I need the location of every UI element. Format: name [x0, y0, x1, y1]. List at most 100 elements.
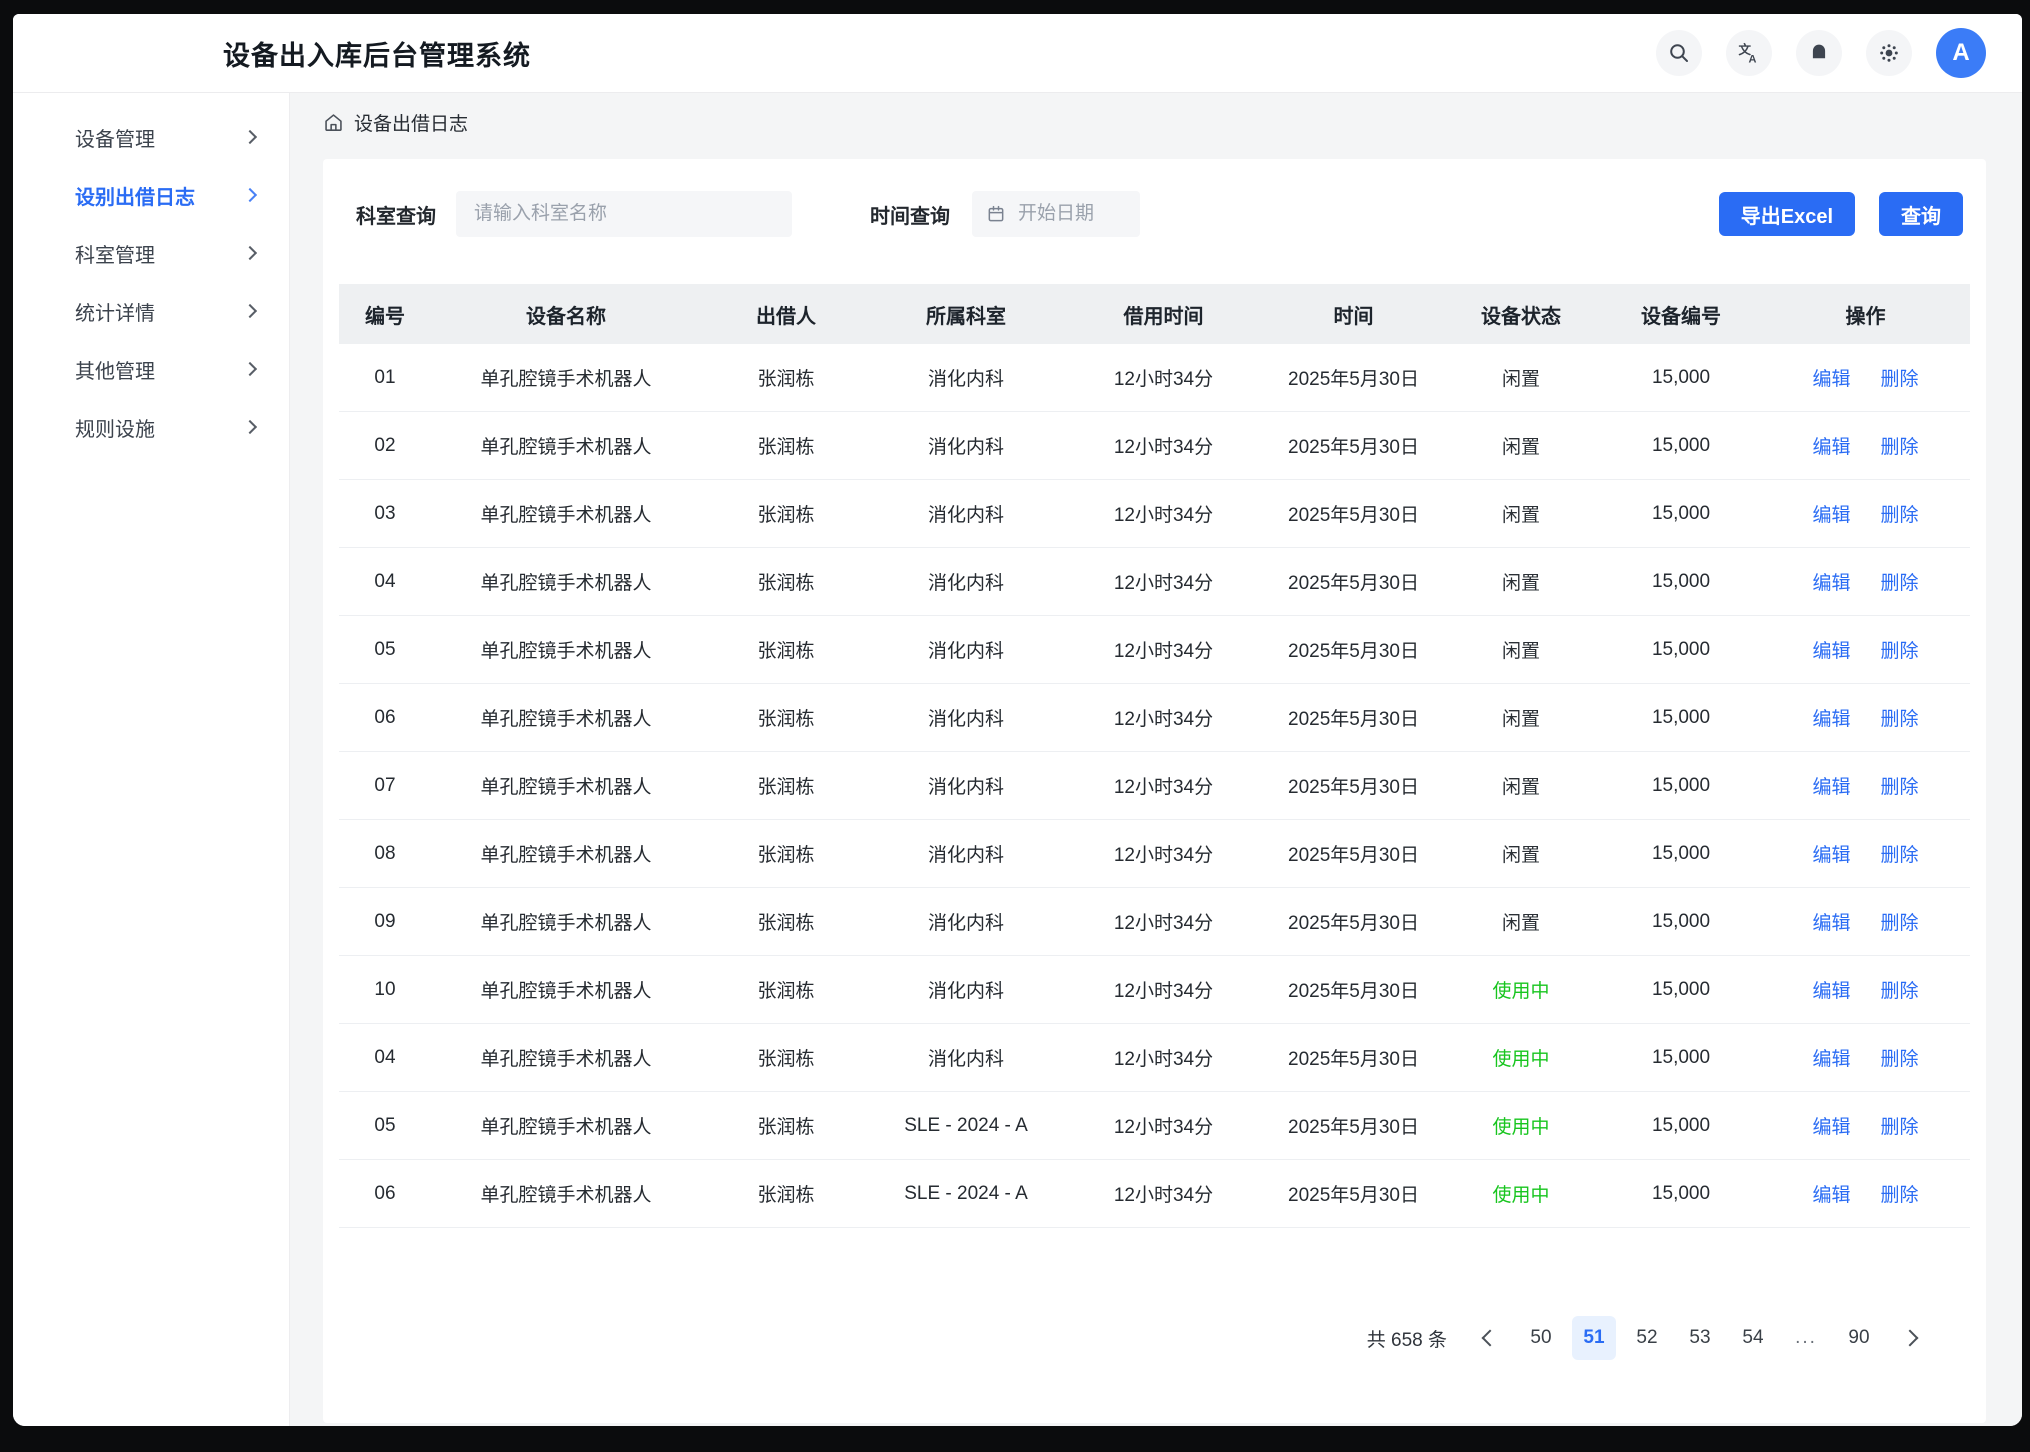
row-actions: 编辑 删除	[1761, 480, 1970, 548]
delete-link[interactable]: 删除	[1881, 913, 1919, 934]
edit-link[interactable]: 编辑	[1812, 641, 1850, 662]
app-body: 设备管理设别出借日志科室管理统计详情其他管理规则设施 设备出借日志 科室查询 时…	[13, 93, 2022, 1426]
row-no: 03	[339, 480, 431, 548]
pagination-page-51[interactable]: 51	[1572, 1316, 1616, 1360]
delete-link[interactable]: 删除	[1881, 437, 1919, 458]
delete-link[interactable]: 删除	[1881, 709, 1919, 730]
edit-link[interactable]: 编辑	[1812, 981, 1850, 1002]
borrow-duration: 12小时34分	[1061, 480, 1266, 548]
device-status: 闲置	[1441, 344, 1601, 412]
app-header: 设备出入库后台管理系统 文 A	[13, 14, 2022, 93]
pagination-prev-button[interactable]	[1470, 1316, 1510, 1360]
sidebar-item-statistics-detail[interactable]: 统计详情	[13, 282, 289, 340]
pagination-next-button[interactable]	[1890, 1316, 1930, 1360]
sidebar-item-other-management[interactable]: 其他管理	[13, 340, 289, 398]
dept-search-input[interactable]	[456, 191, 792, 237]
borrow-duration: 12小时34分	[1061, 684, 1266, 752]
chevron-right-icon	[243, 304, 257, 318]
sidebar-item-label: 规则设施	[75, 413, 155, 442]
pagination-page-50[interactable]: 50	[1519, 1316, 1563, 1360]
search-button[interactable]: 查询	[1879, 192, 1963, 236]
sidebar-item-device-lend-log[interactable]: 设别出借日志	[13, 166, 289, 224]
edit-link[interactable]: 编辑	[1812, 845, 1850, 866]
delete-link[interactable]: 删除	[1881, 505, 1919, 526]
pagination-total: 共 658 条	[1367, 1325, 1447, 1352]
svg-text:A: A	[1749, 54, 1757, 66]
edit-link[interactable]: 编辑	[1812, 709, 1850, 730]
device-code: 15,000	[1601, 548, 1761, 616]
borrow-date: 2025年5月30日	[1266, 480, 1441, 548]
delete-link[interactable]: 删除	[1881, 1049, 1919, 1070]
edit-link[interactable]: 编辑	[1812, 437, 1850, 458]
delete-link[interactable]: 删除	[1881, 1185, 1919, 1206]
theme-brightness-icon[interactable]	[1866, 30, 1912, 76]
edit-link[interactable]: 编辑	[1812, 1049, 1850, 1070]
edit-link[interactable]: 编辑	[1812, 777, 1850, 798]
sidebar-item-label: 其他管理	[75, 355, 155, 384]
row-actions: 编辑 删除	[1761, 956, 1970, 1024]
department: SLE - 2024 - A	[871, 1092, 1061, 1160]
column-header: 编号	[339, 284, 431, 344]
device-status: 使用中	[1441, 1092, 1601, 1160]
delete-link[interactable]: 删除	[1881, 369, 1919, 390]
export-excel-button[interactable]: 导出Excel	[1719, 192, 1855, 236]
delete-link[interactable]: 删除	[1881, 777, 1919, 798]
row-actions: 编辑 删除	[1761, 820, 1970, 888]
column-header: 设备名称	[431, 284, 701, 344]
row-no: 04	[339, 1024, 431, 1092]
device-status: 使用中	[1441, 956, 1601, 1024]
start-date-field[interactable]	[1016, 202, 1126, 226]
lender-name: 张润栋	[701, 344, 871, 412]
device-status: 闲置	[1441, 752, 1601, 820]
breadcrumb-label: 设备出借日志	[354, 109, 468, 136]
start-date-input[interactable]	[972, 191, 1140, 237]
device-status: 闲置	[1441, 548, 1601, 616]
delete-link[interactable]: 删除	[1881, 1117, 1919, 1138]
department: 消化内科	[871, 752, 1061, 820]
edit-link[interactable]: 编辑	[1812, 505, 1850, 526]
device-code: 15,000	[1601, 1024, 1761, 1092]
device-name: 单孔腔镜手术机器人	[431, 956, 701, 1024]
sidebar-item-device-management[interactable]: 设备管理	[13, 108, 289, 166]
delete-link[interactable]: 删除	[1881, 981, 1919, 1002]
edit-link[interactable]: 编辑	[1812, 369, 1850, 390]
edit-link[interactable]: 编辑	[1812, 1185, 1850, 1206]
table-row: 07单孔腔镜手术机器人张润栋消化内科12小时34分2025年5月30日闲置15,…	[339, 752, 1970, 820]
edit-link[interactable]: 编辑	[1812, 1117, 1850, 1138]
sidebar-item-rule-settings[interactable]: 规则设施	[13, 398, 289, 456]
column-header: 借用时间	[1061, 284, 1266, 344]
column-header: 设备编号	[1601, 284, 1761, 344]
borrow-duration: 12小时34分	[1061, 548, 1266, 616]
department: 消化内科	[871, 480, 1061, 548]
pagination: 共 658 条 5051525354...90	[339, 1316, 1930, 1360]
translate-icon[interactable]: 文 A	[1726, 30, 1772, 76]
notification-bell-icon[interactable]	[1796, 30, 1842, 76]
avatar[interactable]: A	[1936, 28, 1986, 78]
lender-name: 张润栋	[701, 1092, 871, 1160]
borrow-date: 2025年5月30日	[1266, 684, 1441, 752]
pagination-page-54[interactable]: 54	[1731, 1316, 1775, 1360]
lender-name: 张润栋	[701, 1024, 871, 1092]
device-status: 闲置	[1441, 480, 1601, 548]
table-header-row: 编号设备名称出借人所属科室借用时间时间设备状态设备编号操作	[339, 284, 1970, 344]
search-icon[interactable]	[1656, 30, 1702, 76]
pagination-page-52[interactable]: 52	[1625, 1316, 1669, 1360]
column-header: 所属科室	[871, 284, 1061, 344]
department: 消化内科	[871, 1024, 1061, 1092]
device-name: 单孔腔镜手术机器人	[431, 1024, 701, 1092]
pagination-page-53[interactable]: 53	[1678, 1316, 1722, 1360]
table-row: 05单孔腔镜手术机器人张润栋SLE - 2024 - A12小时34分2025年…	[339, 1092, 1970, 1160]
edit-link[interactable]: 编辑	[1812, 913, 1850, 934]
delete-link[interactable]: 删除	[1881, 573, 1919, 594]
device-code: 15,000	[1601, 684, 1761, 752]
department: 消化内科	[871, 684, 1061, 752]
edit-link[interactable]: 编辑	[1812, 573, 1850, 594]
delete-link[interactable]: 删除	[1881, 641, 1919, 662]
delete-link[interactable]: 删除	[1881, 845, 1919, 866]
department: 消化内科	[871, 888, 1061, 956]
borrow-date: 2025年5月30日	[1266, 956, 1441, 1024]
sidebar-item-department-management[interactable]: 科室管理	[13, 224, 289, 282]
device-status: 闲置	[1441, 888, 1601, 956]
pagination-page-90[interactable]: 90	[1837, 1316, 1881, 1360]
lender-name: 张润栋	[701, 752, 871, 820]
